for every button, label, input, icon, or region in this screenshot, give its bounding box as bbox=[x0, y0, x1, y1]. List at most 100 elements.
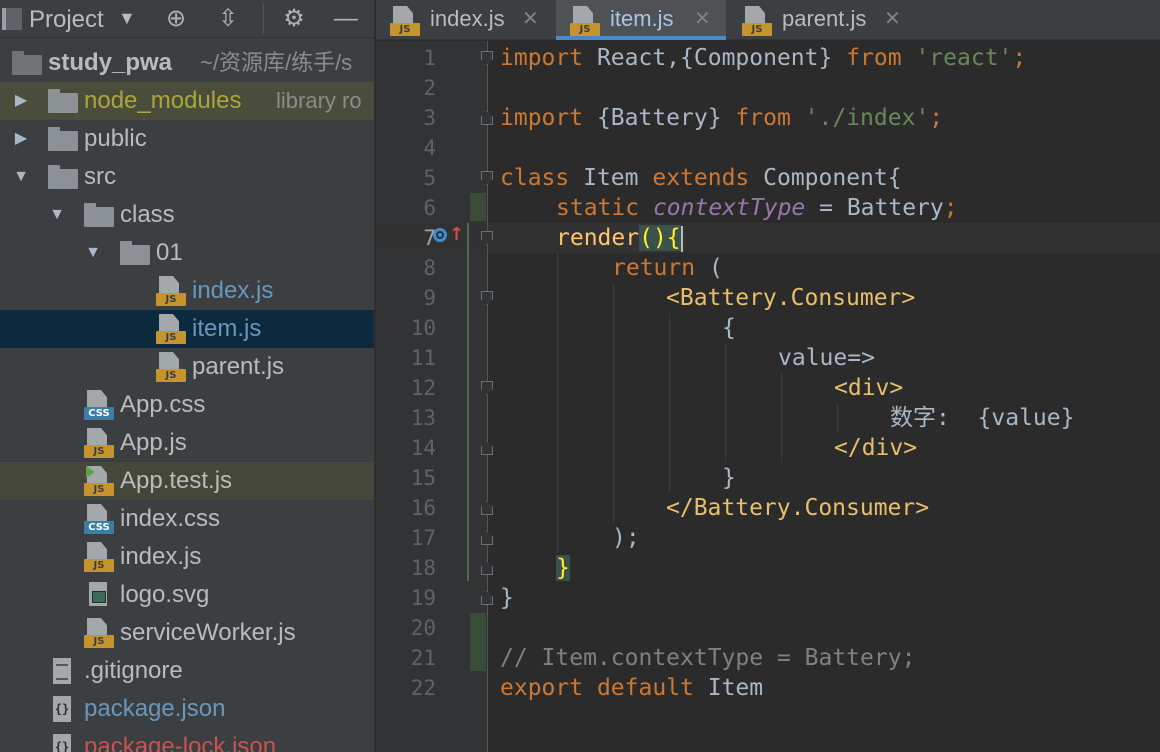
code-text: Item bbox=[693, 675, 764, 701]
minimize-icon[interactable]: — bbox=[330, 4, 362, 34]
project-title[interactable]: Project bbox=[29, 6, 104, 34]
tree-item-label: public bbox=[84, 125, 147, 152]
js-file-icon: JS bbox=[390, 6, 420, 36]
code-line[interactable]: class Item extends Component{ bbox=[500, 163, 902, 193]
folder-icon bbox=[48, 165, 78, 189]
code-keyword: ; bbox=[1012, 45, 1027, 71]
implements-arrow-icon[interactable]: ↑ bbox=[449, 225, 464, 245]
tree-item-01[interactable]: ▼ 01 bbox=[0, 234, 374, 272]
code-text: 数字: {value} bbox=[890, 405, 1075, 431]
code-line[interactable]: <div> bbox=[834, 373, 903, 403]
code-line[interactable]: render(){ bbox=[556, 223, 683, 253]
tab-parent-js[interactable]: JS parent.js ✕ bbox=[728, 0, 912, 40]
chevron-down-icon[interactable]: ▼ bbox=[48, 196, 66, 234]
tree-item-serviceworker-js[interactable]: JS serviceWorker.js bbox=[0, 614, 374, 652]
code-line[interactable]: import React,{Component} from 'react'; bbox=[500, 43, 1026, 73]
code-line[interactable]: } bbox=[556, 553, 570, 583]
tree-item-app-test-js[interactable]: JS App.test.js bbox=[0, 462, 374, 500]
code-line[interactable]: } bbox=[500, 583, 514, 613]
code-line[interactable]: ); bbox=[612, 523, 640, 553]
tree-item-label: index.css bbox=[120, 505, 221, 532]
chevron-down-icon[interactable]: ▼ bbox=[12, 158, 30, 196]
code-line[interactable]: return ( bbox=[612, 253, 723, 283]
tree-item-parent-js[interactable]: JS parent.js bbox=[0, 348, 374, 386]
tree-item-src-index-js[interactable]: JS index.js bbox=[0, 538, 374, 576]
tree-root[interactable]: study_pwa ~/资源库/练手/s bbox=[0, 44, 374, 82]
tree-item-item-js[interactable]: JS item.js bbox=[0, 310, 374, 348]
crosshair-icon[interactable]: ⊕ bbox=[160, 4, 192, 34]
tree-item-app-css[interactable]: CSS App.css bbox=[0, 386, 374, 424]
code-keyword: ; bbox=[929, 105, 944, 131]
tree-item-label: index.js bbox=[192, 277, 274, 304]
line-number: 2 bbox=[423, 76, 436, 100]
folder-icon bbox=[12, 51, 42, 75]
tree-item-index-js[interactable]: JS index.js bbox=[0, 272, 374, 310]
vcs-change-marker[interactable] bbox=[470, 613, 486, 671]
project-icon bbox=[2, 8, 22, 30]
code-line[interactable]: static contextType = Battery; bbox=[556, 193, 958, 223]
json-file-icon: {} bbox=[48, 694, 78, 724]
code-keyword: import bbox=[500, 105, 584, 131]
tree-item-app-js[interactable]: JS App.js bbox=[0, 424, 374, 462]
tree-item-index-css[interactable]: CSS index.css bbox=[0, 500, 374, 538]
tree-item-class[interactable]: ▼ class bbox=[0, 196, 374, 234]
root-name: study_pwa bbox=[48, 49, 173, 76]
close-icon[interactable]: ✕ bbox=[522, 0, 539, 40]
code-line[interactable]: export default Item bbox=[500, 673, 763, 703]
chevron-right-icon[interactable]: ▶ bbox=[12, 82, 30, 120]
tree-item-label: App.js bbox=[120, 429, 187, 456]
code-text: {Battery} bbox=[583, 105, 736, 131]
indent-guide bbox=[781, 373, 782, 463]
editor-tabs: JS index.js ✕ JS item.js ✕ JS parent.js … bbox=[376, 0, 1160, 40]
code-bracket-match: } bbox=[556, 555, 570, 581]
code-line[interactable]: value=> bbox=[778, 343, 875, 373]
code-tag: <Battery.Consumer> bbox=[666, 285, 916, 311]
folder-icon bbox=[48, 127, 78, 151]
js-file-icon: JS bbox=[156, 314, 186, 344]
line-number: 21 bbox=[410, 646, 436, 670]
tree-item-public[interactable]: ▶ public bbox=[0, 120, 374, 158]
tab-index-js[interactable]: JS index.js ✕ bbox=[376, 0, 554, 40]
folder-icon bbox=[48, 89, 78, 113]
vcs-change-marker[interactable] bbox=[470, 193, 486, 221]
tree-item-label: serviceWorker.js bbox=[120, 619, 296, 646]
code-line[interactable]: 数字: {value} bbox=[890, 403, 1074, 433]
line-number: 4 bbox=[423, 136, 436, 160]
code-keyword: static bbox=[556, 195, 640, 221]
root-path: ~/资源库/练手/s bbox=[200, 50, 353, 75]
tree-item-label: App.test.js bbox=[120, 467, 233, 494]
code-keyword: extends bbox=[652, 165, 750, 191]
tab-item-js[interactable]: JS item.js ✕ bbox=[556, 0, 726, 40]
code-string: './index' bbox=[804, 105, 930, 131]
code-line[interactable]: // Item.contextType = Battery; bbox=[500, 643, 915, 673]
indent-guide bbox=[725, 343, 726, 463]
code-text: } bbox=[722, 465, 736, 491]
tree-item-label: 01 bbox=[156, 239, 183, 266]
chevron-right-icon[interactable]: ▶ bbox=[12, 120, 30, 158]
tree-item-gitignore[interactable]: .gitignore bbox=[0, 652, 374, 690]
code-tag: </Battery.Consumer> bbox=[666, 495, 930, 521]
tree-item-package-json[interactable]: {} package.json bbox=[0, 690, 374, 728]
code-text: } bbox=[500, 585, 514, 611]
chevron-down-icon[interactable]: ▼ bbox=[118, 8, 136, 29]
code-line[interactable]: } bbox=[722, 463, 736, 493]
gear-icon[interactable]: ⚙ bbox=[278, 4, 310, 34]
js-file-icon: JS bbox=[570, 6, 600, 36]
tree-item-package-lock-json[interactable]: {} package-lock.json bbox=[0, 728, 374, 752]
code-line[interactable]: import {Battery} from './index'; bbox=[500, 103, 943, 133]
close-icon[interactable]: ✕ bbox=[694, 0, 711, 40]
tree-item-src[interactable]: ▼ src bbox=[0, 158, 374, 196]
code-line[interactable]: <Battery.Consumer> bbox=[666, 283, 915, 313]
close-icon[interactable]: ✕ bbox=[884, 0, 901, 40]
indent-guide bbox=[669, 313, 670, 493]
chevron-down-icon[interactable]: ▼ bbox=[84, 234, 102, 272]
code-line[interactable]: </Battery.Consumer> bbox=[666, 493, 929, 523]
tree-item-label: node_modules bbox=[84, 87, 242, 114]
code-line[interactable]: </div> bbox=[834, 433, 917, 463]
tree-item-node-modules[interactable]: ▶ node_modules library ro bbox=[0, 82, 374, 120]
tree-item-logo-svg[interactable]: logo.svg bbox=[0, 576, 374, 614]
code-line[interactable]: { bbox=[722, 313, 736, 343]
collapse-icon[interactable]: ⇳ bbox=[212, 4, 244, 34]
vcs-change-line[interactable] bbox=[467, 223, 469, 581]
code-keyword: class bbox=[500, 165, 570, 191]
